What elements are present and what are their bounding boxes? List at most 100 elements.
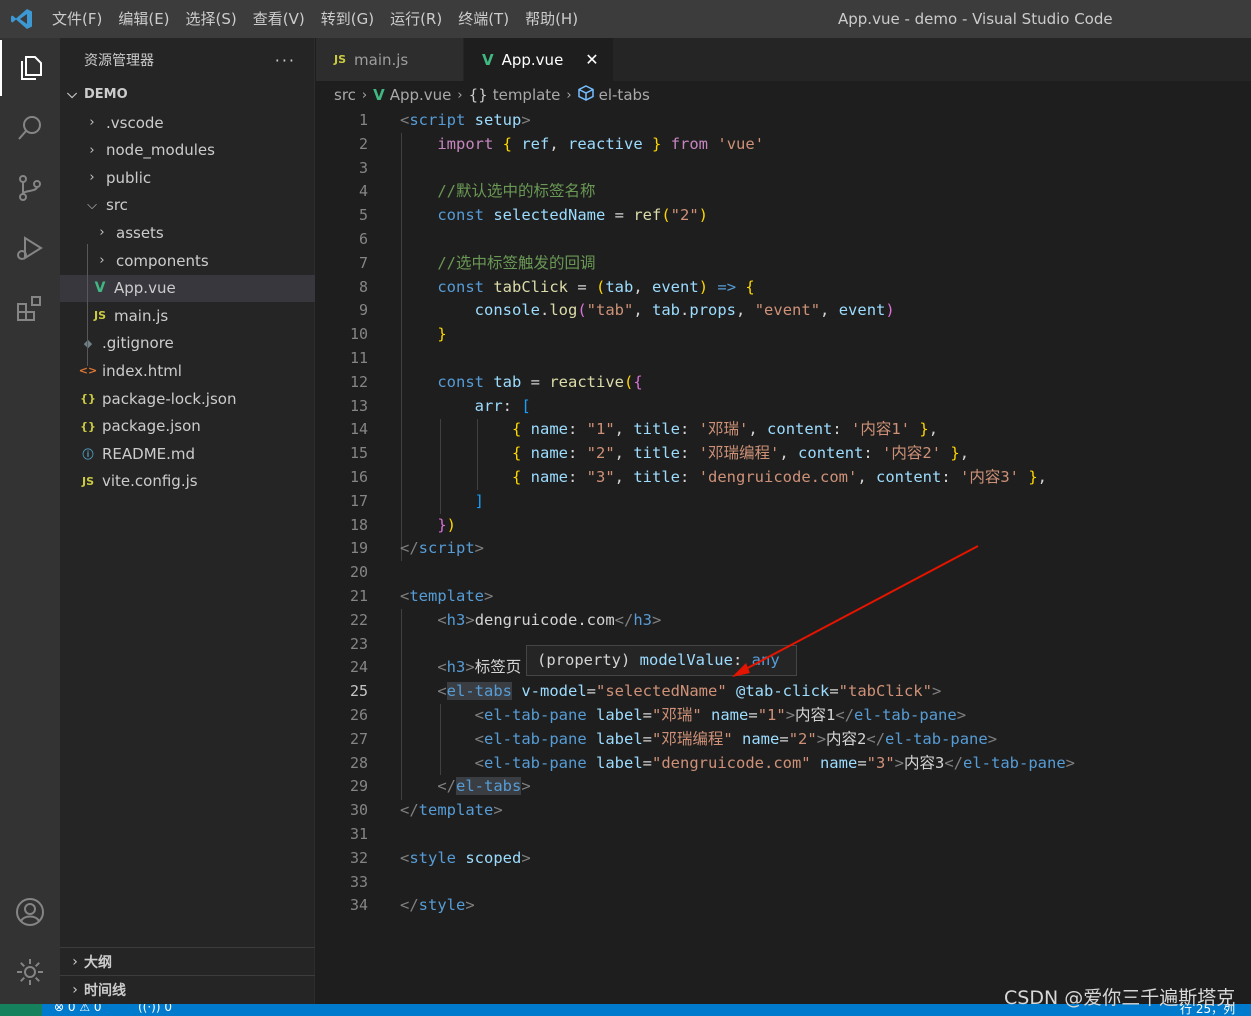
chevron-right-icon: ›	[361, 87, 368, 103]
explorer-item[interactable]: {} package-lock.json	[60, 385, 315, 412]
menu-item[interactable]: 编辑(E)	[110, 0, 177, 38]
explorer-item[interactable]: › node_modules	[60, 137, 315, 164]
code-token: import	[437, 134, 494, 153]
code-token: =	[748, 706, 758, 724]
code-token: =	[642, 753, 652, 772]
menu-item[interactable]: 运行(R)	[382, 0, 450, 38]
code-line: </el-tabs>	[400, 775, 531, 799]
explorer-root-demo[interactable]: ⌵ DEMO	[60, 81, 315, 108]
editor-tab-bar: JS main.js V App.vue ✕	[316, 38, 1251, 81]
menu-item[interactable]: 终端(T)	[450, 0, 517, 38]
problems-status[interactable]: ⊗ 0 ⚠ 0	[54, 1004, 102, 1014]
code-token: )	[446, 515, 457, 534]
explorer-item[interactable]: › assets	[60, 219, 315, 246]
explorer-item[interactable]: › components	[60, 247, 315, 274]
explorer-item[interactable]: JS main.js	[60, 302, 315, 329]
tab-app-vue[interactable]: V App.vue ✕	[464, 38, 614, 81]
code-token: {	[736, 277, 755, 296]
breadcrumb-element[interactable]: el-tabs	[599, 86, 650, 104]
code-token: 内容3	[904, 753, 945, 772]
code-token: content	[767, 420, 833, 439]
remote-icon[interactable]	[0, 1004, 42, 1016]
code-token: =>	[708, 277, 737, 296]
ports-status[interactable]: ((·)) 0	[138, 1004, 172, 1014]
activity-bar	[0, 38, 60, 1004]
search-icon[interactable]	[0, 100, 60, 156]
extensions-icon[interactable]	[0, 280, 60, 336]
code-token: style	[409, 848, 457, 867]
code-token: name	[521, 468, 568, 486]
code-token: "邓瑞"	[652, 706, 702, 724]
code-token: label	[586, 753, 643, 772]
window-title: App.vue - demo - Visual Studio Code	[838, 10, 1113, 28]
explorer-item[interactable]: › public	[60, 164, 315, 191]
line-number: 4	[358, 182, 368, 201]
code-token: >	[465, 896, 475, 915]
explorer-icon[interactable]	[0, 40, 60, 96]
line-number: 7	[358, 253, 368, 272]
hover-token: (property)	[537, 651, 640, 669]
code-token: =	[568, 277, 596, 296]
line-number: 2	[358, 134, 368, 153]
code-token: "2"	[788, 729, 817, 748]
explorer-item[interactable]: › .vscode	[60, 109, 315, 136]
code-token: :	[568, 420, 587, 439]
menu-item[interactable]: 选择(S)	[178, 0, 245, 38]
code-token: 内容2	[826, 729, 867, 748]
menu-item[interactable]: 文件(F)	[44, 0, 110, 38]
menu-item[interactable]: 转到(G)	[313, 0, 382, 38]
line-number: 20	[349, 563, 368, 582]
close-icon[interactable]: ✕	[585, 50, 598, 69]
explorer-item[interactable]: V App.vue	[60, 274, 315, 302]
code-line: </style>	[400, 894, 475, 918]
code-token: >	[465, 610, 475, 629]
code-token: reactive	[558, 134, 643, 153]
code-token: label	[586, 706, 643, 724]
settings-gear-icon[interactable]	[0, 944, 60, 1000]
code-token: style	[418, 896, 466, 915]
explorer-item[interactable]: JS vite.config.js	[60, 468, 315, 495]
run-debug-icon[interactable]	[0, 220, 60, 276]
menu-item[interactable]: 查看(V)	[245, 0, 313, 38]
code-token: tab	[605, 277, 634, 296]
braces-icon: {}	[468, 86, 488, 104]
code-line: console.log("tab", tab.props, "event", e…	[400, 299, 895, 323]
breadcrumb-file[interactable]: App.vue	[390, 86, 452, 104]
code-token: >	[1065, 753, 1076, 772]
line-number: 5	[358, 206, 368, 225]
outline-section[interactable]: › 大纲	[60, 947, 315, 975]
more-actions-icon[interactable]: ···	[275, 51, 296, 70]
breadcrumb-scope[interactable]: template	[493, 86, 561, 104]
explorer-item[interactable]: {} package.json	[60, 413, 315, 440]
code-token: >	[816, 729, 827, 748]
explorer-item[interactable]: ⌵ src	[60, 192, 315, 219]
menu-item[interactable]: 帮助(H)	[517, 0, 586, 38]
explorer-item[interactable]: ◆ .gitignore	[60, 330, 315, 357]
explorer-item-label: .vscode	[106, 113, 164, 132]
code-token: </	[944, 753, 964, 772]
line-number: 12	[349, 372, 368, 391]
chevron-right-icon: ›	[89, 170, 95, 186]
breadcrumb-src[interactable]: src	[334, 86, 356, 104]
explorer-item[interactable]: <> index.html	[60, 357, 315, 384]
code-token: props	[689, 301, 737, 320]
code-token: ]	[400, 491, 484, 510]
code-token: </	[614, 610, 634, 629]
account-icon[interactable]	[0, 884, 60, 940]
source-control-icon[interactable]	[0, 160, 60, 216]
code-token: script	[418, 539, 475, 558]
explorer-item-label: .gitignore	[102, 334, 174, 353]
timeline-section[interactable]: › 时间线	[60, 975, 315, 1003]
explorer-title: 资源管理器	[84, 53, 154, 69]
js-icon: JS	[81, 474, 94, 488]
explorer-item[interactable]: ⓘ README.md	[60, 440, 315, 467]
tab-main-js[interactable]: JS main.js	[316, 38, 464, 81]
code-token: {	[400, 468, 522, 486]
code-line: </template>	[400, 799, 503, 823]
code-token: tabClick	[484, 277, 568, 296]
code-token: "dengruicode.com"	[652, 753, 811, 772]
vscode-logo-icon	[0, 0, 44, 38]
code-token: </	[400, 896, 419, 915]
